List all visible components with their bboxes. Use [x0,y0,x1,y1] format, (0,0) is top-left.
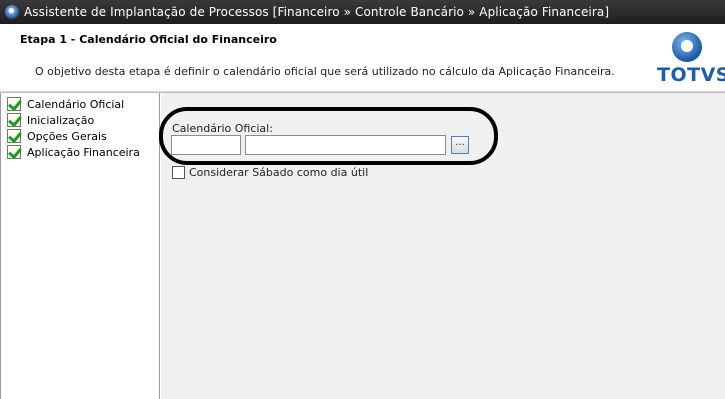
steps-tree: Calendário Oficial Inicialização Opções … [0,93,160,399]
totvs-logo-text: TOTVS [657,64,725,86]
step-item-label: Aplicação Financeira [27,145,140,159]
step-item-opcoes-gerais[interactable]: Opções Gerais [7,128,107,144]
step-item-aplicacao-financeira[interactable]: Aplicação Financeira [7,144,140,160]
step-item-inicializacao[interactable]: Inicialização [7,112,94,128]
step-item-calendario-oficial[interactable]: Calendário Oficial [7,96,124,112]
window-title: Assistente de Implantação de Processos [… [24,5,610,19]
checked-icon [7,113,21,127]
wizard-header: Etapa 1 - Calendário Oficial do Financei… [0,24,725,92]
step-item-label: Opções Gerais [27,129,107,143]
totvs-logo: TOTVS [655,30,725,86]
checked-icon [7,129,21,143]
step-item-label: Inicialização [27,113,95,127]
highlight-annotation-ellipse [159,107,498,165]
saturday-checkbox[interactable] [172,166,185,179]
checked-icon [7,145,21,159]
app-icon [5,5,19,19]
step-description: O objetivo desta etapa é definir o calen… [35,65,615,78]
step-title: Etapa 1 - Calendário Oficial do Financei… [20,33,277,46]
checked-icon [7,97,21,111]
window-title-bar: Assistente de Implantação de Processos [… [0,0,725,24]
step-item-label: Calendário Oficial [27,97,125,111]
totvs-logo-icon [672,32,702,62]
saturday-checkbox-label: Considerar Sábado como dia útil [189,166,369,179]
saturday-option[interactable]: Considerar Sábado como dia útil [172,166,368,179]
